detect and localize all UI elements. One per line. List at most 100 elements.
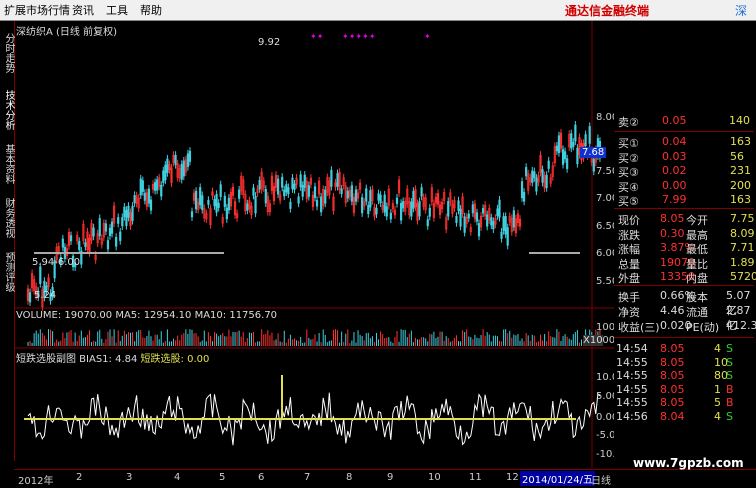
candle-body xyxy=(213,199,216,207)
indicator-header-a: 短跌选股副图 BIAS1: 4.84 xyxy=(16,354,138,365)
candle-body xyxy=(39,266,42,284)
volume-bars xyxy=(27,329,601,346)
candle-body xyxy=(365,188,368,202)
candle-body xyxy=(498,199,501,218)
svg-text:✦✦: ✦✦ xyxy=(310,32,324,41)
candle-body xyxy=(133,195,136,204)
candle-body xyxy=(324,189,327,204)
candle-body xyxy=(164,164,167,181)
candle-body xyxy=(147,188,151,204)
candle-body xyxy=(252,187,255,196)
candle-body xyxy=(457,200,460,211)
indicator-header: 短跌选股副图 BIAS1: 4.84 短跌选股: 0.00 xyxy=(16,350,209,365)
quote-row: 换手 0.66% 股本 5.07亿 xyxy=(618,289,751,317)
sell-row: 卖② 0.05 140 xyxy=(618,114,750,129)
candle-body xyxy=(117,217,120,224)
candle-body xyxy=(375,208,378,215)
candle-body xyxy=(149,199,153,211)
candle-body xyxy=(174,154,177,165)
candle-body xyxy=(162,170,165,183)
candle-body xyxy=(496,208,499,217)
candle-body xyxy=(354,189,358,202)
candle-body xyxy=(377,193,380,201)
date-label: 2012年 xyxy=(18,476,54,487)
candle-body xyxy=(287,187,290,195)
svg-text:✦: ✦ xyxy=(424,32,431,41)
candle-body xyxy=(285,184,288,193)
period-button[interactable]: 日线 xyxy=(591,472,611,487)
candle-body xyxy=(195,190,198,210)
candle-body xyxy=(293,183,296,190)
date-label: 2 xyxy=(76,472,83,483)
quote-row: 买② 0.03 56 xyxy=(618,149,744,165)
signal-markers: ✦✦ ✦✦✦✦✦ ✦ xyxy=(310,32,431,41)
candle-body xyxy=(301,184,304,197)
tab-intraday[interactable]: 分时走势 xyxy=(0,25,14,81)
candle-body xyxy=(199,187,202,206)
candle-body xyxy=(477,223,481,237)
candlestick-series xyxy=(26,121,602,311)
chart-header: 深纺织A (日线 前复权) xyxy=(16,27,118,38)
quote-row: 买④ 0.00 200 xyxy=(618,178,751,194)
candle-body xyxy=(207,199,210,205)
candle-body xyxy=(104,223,107,232)
candle-body xyxy=(557,135,561,153)
candle-body xyxy=(276,178,280,195)
candle-body xyxy=(361,197,364,214)
menu-extended-market[interactable]: 扩展市场行情 xyxy=(4,2,70,18)
tab-technical[interactable]: 技术分析 xyxy=(0,85,14,135)
candle-body xyxy=(313,186,317,198)
candle-body xyxy=(520,181,524,199)
candle-body xyxy=(289,201,292,209)
candle-body xyxy=(535,177,538,192)
quote-row: 涨幅 3.87% 最低 7.71 xyxy=(618,241,755,256)
candle-body xyxy=(531,170,534,183)
volume-header: VOLUME: 19070.00 MA5: 12954.10 MA10: 117… xyxy=(16,310,278,321)
candle-body xyxy=(139,178,142,196)
candle-body xyxy=(389,212,392,220)
indicator-header-b: 短跌选股: 0.00 xyxy=(140,354,210,365)
date-label: 10 xyxy=(428,472,441,483)
candle-body xyxy=(525,167,528,177)
candle-body xyxy=(561,149,565,165)
candle-body xyxy=(108,227,112,236)
candle-body xyxy=(156,179,159,191)
quote-row: 14:54 8.05 4 S xyxy=(616,342,733,355)
candle-body xyxy=(299,174,302,188)
candle-body xyxy=(500,231,503,239)
selected-date[interactable]: 2014/01/24/五 xyxy=(520,471,596,486)
menu-help[interactable]: 帮助 xyxy=(140,2,162,18)
candle-body xyxy=(506,227,509,246)
candle-body xyxy=(303,174,306,188)
candle-body xyxy=(98,218,101,237)
low-price-label: 5.24 xyxy=(34,290,57,301)
candle-body xyxy=(190,211,194,218)
menu-tools[interactable]: 工具 xyxy=(106,2,128,18)
quote-row: 14:55 8.05 10 S xyxy=(616,355,733,369)
candle-body xyxy=(61,238,64,248)
quote-row: 14:55 8.05 5 B xyxy=(616,396,734,409)
candle-body xyxy=(330,169,333,187)
candle-body xyxy=(455,215,458,224)
candle-body xyxy=(574,124,577,142)
date-label: 11 xyxy=(469,472,482,483)
tab-finance[interactable]: 财务透视 xyxy=(0,193,14,243)
candle-body xyxy=(522,191,526,202)
candle-body xyxy=(576,147,579,164)
candle-body xyxy=(410,201,413,217)
quote-panel: 卖② 0.05 140 买① 0.04 163 买② 0.03 56 买③ 0.02 231 买④… xyxy=(614,108,756,468)
chart-area[interactable]: ✦✦ ✦✦✦✦✦ ✦ xyxy=(14,21,614,468)
candle-body xyxy=(119,231,122,241)
candle-body xyxy=(166,158,169,173)
tab-rating[interactable]: 预测评级 xyxy=(0,247,14,297)
menu-news[interactable]: 资讯 xyxy=(72,2,94,18)
candle-body xyxy=(227,197,231,211)
candle-body xyxy=(28,292,32,303)
candle-body xyxy=(447,201,450,217)
candle-body xyxy=(92,227,95,237)
quote-row: 外盘 13350 内盘 5720 xyxy=(618,270,756,285)
tab-fundamentals[interactable]: 基本资料 xyxy=(0,139,14,189)
candle-body xyxy=(426,219,429,227)
candle-body xyxy=(182,160,185,177)
candle-body xyxy=(367,205,370,215)
